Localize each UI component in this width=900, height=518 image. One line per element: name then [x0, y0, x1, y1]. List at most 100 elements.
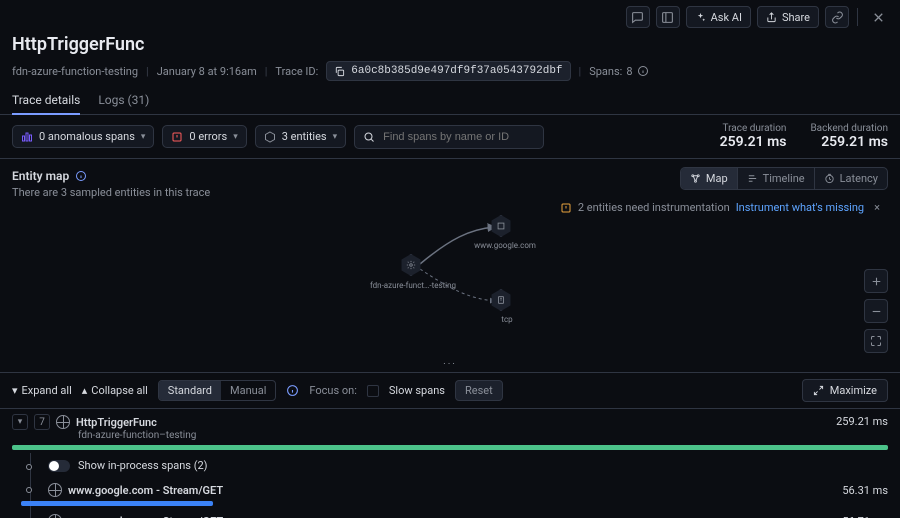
slow-spans-label: Slow spans [389, 384, 445, 397]
filter-entities[interactable]: 3 entities ▾ [255, 125, 346, 148]
globe-icon [48, 514, 62, 518]
span-row-child-1[interactable]: www.google.com - Stream/GET 56.31 ms [0, 478, 900, 509]
search-input[interactable] [381, 130, 535, 144]
entity-node-google-label: www.google.com [470, 241, 540, 250]
chevron-down-icon: ▾ [233, 132, 238, 142]
filter-entities-label: 3 entities [282, 130, 327, 143]
search-input-wrapper[interactable] [354, 125, 544, 149]
span-child2-name: www.google.com - Stream/GET [68, 515, 223, 518]
in-process-toggle-row: Show in-process spans (2) [0, 453, 900, 478]
instrumentation-warning-text: 2 entities need instrumentation [578, 201, 730, 214]
instrument-link[interactable]: Instrument what's missing [736, 201, 864, 214]
reset-focus[interactable]: Reset [455, 380, 503, 401]
in-process-label: Show in-process spans (2) [78, 459, 208, 472]
expand-all[interactable]: ▾ Expand all [12, 384, 72, 397]
view-timeline[interactable]: Timeline [738, 168, 815, 189]
tab-trace-details[interactable]: Trace details [12, 87, 80, 114]
trace-id-value: 6a0c8b385d9e497df9f37a0543792dbf [351, 65, 562, 77]
latency-icon [824, 173, 835, 184]
entity-node-tcp[interactable] [490, 289, 512, 311]
filter-anomalous-spans[interactable]: 0 anomalous spans ▾ [12, 125, 154, 148]
span-root-bar [12, 445, 888, 450]
instrumentation-warning: 2 entities need instrumentation Instrume… [560, 201, 884, 214]
entity-graph[interactable]: fdn-azure-funct…-testing www.google.com … [350, 209, 570, 339]
service-name[interactable]: fdn-azure-function-testing [12, 65, 138, 78]
chevron-down-icon: ▾ [333, 132, 338, 142]
panel-resize-handle[interactable]: ··· [0, 359, 900, 372]
layout-standard[interactable]: Standard [159, 381, 221, 400]
backend-duration-label: Backend duration [810, 123, 888, 134]
zoom-fit-button[interactable] [864, 329, 888, 353]
comment-icon-button[interactable] [626, 6, 650, 28]
entity-map-title: Entity map [12, 169, 69, 183]
maximize-label: Maximize [830, 384, 877, 397]
trace-id-chip[interactable]: 6a0c8b385d9e497df9f37a0543792dbf [326, 61, 570, 81]
entity-view-toggle: Map Timeline Latency [680, 167, 888, 190]
trace-duration-value: 259.21 ms [720, 134, 787, 150]
zoom-in-button[interactable] [864, 269, 888, 293]
ask-ai-label: Ask AI [711, 11, 742, 24]
backend-duration-block: Backend duration 259.21 ms [810, 123, 888, 150]
zoom-out-button[interactable] [864, 299, 888, 323]
info-icon[interactable] [286, 384, 299, 397]
collapse-all-label: Collapse all [91, 384, 148, 397]
span-child1-bar [21, 501, 214, 506]
share-label: Share [782, 11, 810, 24]
entity-node-tcp-label: tcp [492, 315, 522, 324]
trace-duration-block: Trace duration 259.21 ms [720, 123, 787, 150]
maximize-icon [813, 385, 824, 396]
link-icon-button[interactable] [825, 6, 849, 28]
filter-errors[interactable]: 0 errors ▾ [162, 125, 246, 148]
search-icon [363, 131, 375, 143]
separator: | [579, 65, 582, 78]
span-collapse-toggle[interactable]: ▾ [12, 414, 28, 430]
span-row-root[interactable]: ▾ 7 HttpTriggerFunc 259.21 ms fdn-azure-… [0, 409, 900, 453]
map-icon [690, 173, 701, 184]
focus-on-label: Focus on: [309, 384, 356, 397]
panel-toggle-icon-button[interactable] [656, 6, 680, 28]
graph-edges [350, 209, 570, 339]
view-latency[interactable]: Latency [815, 168, 887, 189]
chevron-down-icon: ▾ [12, 384, 18, 397]
span-child1-time: 56.31 ms [842, 484, 888, 497]
ask-ai-button[interactable]: Ask AI [686, 6, 751, 28]
layout-manual[interactable]: Manual [221, 381, 275, 400]
maximize-button[interactable]: Maximize [802, 379, 888, 402]
view-map-label: Map [706, 172, 728, 185]
filter-errors-label: 0 errors [189, 130, 227, 143]
span-root-time: 259.21 ms [836, 415, 888, 428]
entity-node-root-label: fdn-azure-funct…-testing [368, 281, 458, 290]
chevron-up-icon: ▴ [82, 384, 88, 397]
entity-node-root[interactable] [400, 254, 422, 276]
filter-anomalous-label: 0 anomalous spans [39, 130, 135, 143]
globe-icon [56, 415, 70, 429]
close-button[interactable] [866, 6, 890, 28]
view-map[interactable]: Map [681, 168, 738, 189]
divider [857, 8, 858, 26]
backend-duration-value: 259.21 ms [810, 134, 888, 150]
spans-count: 8 [626, 65, 632, 78]
info-icon[interactable] [75, 170, 87, 182]
entity-node-google[interactable] [490, 215, 512, 237]
layout-mode-toggle: Standard Manual [158, 380, 277, 401]
expand-all-label: Expand all [22, 384, 72, 397]
span-row-child-2[interactable]: www.google.com - Stream/GET 56.71 ms [0, 509, 900, 518]
timeline-icon [747, 173, 758, 184]
dismiss-warning[interactable]: × [870, 201, 884, 214]
span-child1-name: www.google.com - Stream/GET [68, 484, 223, 497]
copy-icon [334, 66, 345, 77]
span-root-name: HttpTriggerFunc [76, 416, 157, 429]
span-root-service: fdn-azure-function–testing [78, 430, 888, 441]
collapse-all[interactable]: ▴ Collapse all [82, 384, 148, 397]
tab-logs[interactable]: Logs (31) [98, 87, 149, 114]
globe-icon [48, 483, 62, 497]
trace-duration-label: Trace duration [720, 123, 787, 134]
anomaly-icon [21, 131, 33, 143]
share-button[interactable]: Share [757, 6, 819, 28]
separator: | [265, 65, 268, 78]
in-process-switch[interactable] [48, 460, 70, 472]
info-icon[interactable] [637, 65, 649, 77]
slow-spans-checkbox[interactable] [367, 385, 379, 397]
trace-id-label: Trace ID: [275, 65, 318, 78]
page-title: HttpTriggerFunc [12, 34, 888, 55]
